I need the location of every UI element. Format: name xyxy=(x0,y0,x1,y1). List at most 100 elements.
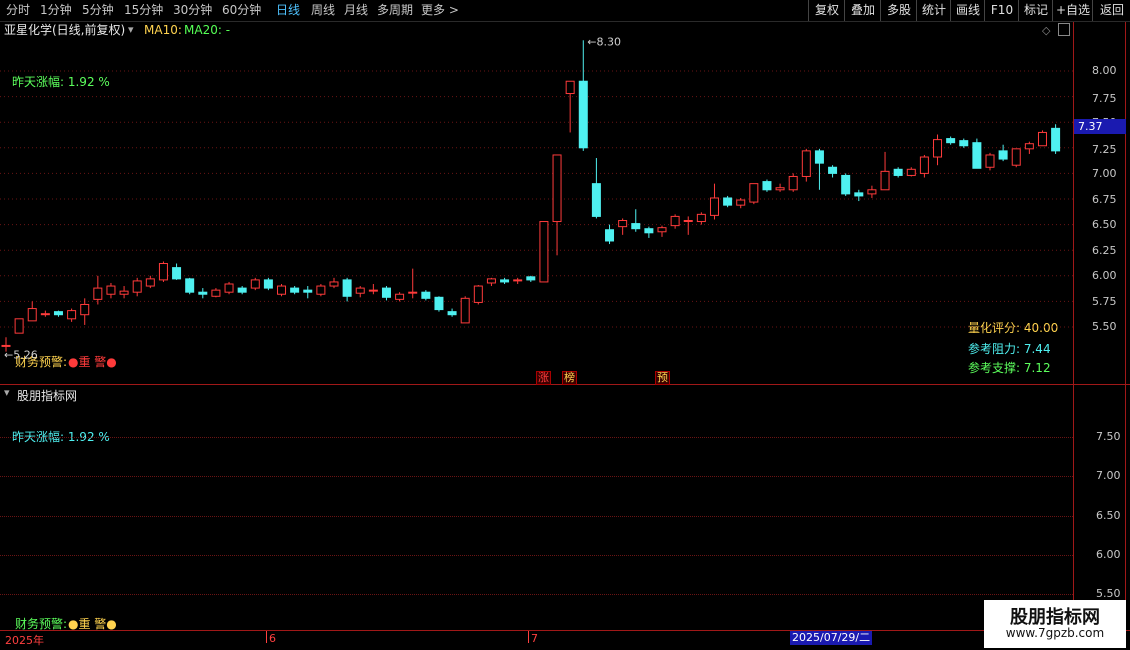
candle[interactable] xyxy=(1037,130,1047,147)
candle[interactable] xyxy=(985,152,995,171)
candle[interactable] xyxy=(696,212,706,225)
mark-button[interactable]: 标记 xyxy=(1018,0,1053,21)
candle[interactable] xyxy=(368,283,378,295)
candle[interactable] xyxy=(526,275,536,282)
candle[interactable] xyxy=(263,277,273,291)
period-1min[interactable]: 1分钟 xyxy=(40,2,72,19)
candle[interactable] xyxy=(801,148,811,182)
candle[interactable] xyxy=(473,285,483,305)
candle[interactable] xyxy=(93,275,103,305)
overlay-button[interactable]: 叠加 xyxy=(844,0,881,21)
candle[interactable] xyxy=(145,275,155,289)
stats-button[interactable]: 统计 xyxy=(916,0,951,21)
candle[interactable] xyxy=(749,183,759,205)
candle[interactable] xyxy=(591,158,601,219)
candle[interactable] xyxy=(565,80,575,133)
candle[interactable] xyxy=(709,183,719,220)
candle[interactable] xyxy=(814,148,824,190)
period-fenshi[interactable]: 分时 xyxy=(6,2,30,19)
candle[interactable] xyxy=(14,318,24,334)
candle[interactable] xyxy=(381,286,391,301)
candle[interactable] xyxy=(618,218,628,235)
candle[interactable] xyxy=(578,40,588,151)
candle[interactable] xyxy=(998,144,1008,162)
candle[interactable] xyxy=(788,173,798,192)
candle[interactable] xyxy=(158,261,168,282)
candle[interactable] xyxy=(80,298,90,325)
candle[interactable] xyxy=(670,214,680,229)
sub-pane-title[interactable]: 股朋指标网 xyxy=(17,387,77,404)
candle[interactable] xyxy=(277,283,287,297)
candle[interactable] xyxy=(237,286,247,295)
candle[interactable] xyxy=(224,281,234,295)
candle[interactable] xyxy=(316,283,326,297)
period-60min[interactable]: 60分钟 xyxy=(222,2,261,19)
candle[interactable] xyxy=(290,286,300,295)
candle[interactable] xyxy=(408,268,418,299)
candle[interactable] xyxy=(762,179,772,192)
candle[interactable] xyxy=(513,277,523,284)
candle[interactable] xyxy=(1051,124,1061,154)
period-15min[interactable]: 15分钟 xyxy=(124,2,163,19)
candle[interactable] xyxy=(447,308,457,317)
candle[interactable] xyxy=(486,277,496,287)
candle[interactable] xyxy=(106,282,116,299)
candle[interactable] xyxy=(972,138,982,169)
candle[interactable] xyxy=(683,216,693,235)
candle[interactable] xyxy=(631,209,641,232)
candle[interactable] xyxy=(250,277,260,291)
candle[interactable] xyxy=(303,286,313,299)
f10-button[interactable]: F10 xyxy=(984,0,1019,21)
candle[interactable] xyxy=(933,134,943,166)
period-5min[interactable]: 5分钟 xyxy=(82,2,114,19)
candle[interactable] xyxy=(27,301,37,322)
candle[interactable] xyxy=(198,288,208,299)
period-weekly[interactable]: 周线 xyxy=(311,2,335,19)
candlestick-chart[interactable]: ←8.30 ←5.26 xyxy=(0,22,1073,384)
draw-line-button[interactable]: 画线 xyxy=(950,0,985,21)
candle[interactable] xyxy=(644,226,654,238)
chevron-down-icon[interactable]: ▾ xyxy=(4,386,10,399)
fuquan-button[interactable]: 复权 xyxy=(808,0,845,21)
candle[interactable] xyxy=(605,224,615,245)
candle[interactable] xyxy=(185,277,195,295)
candle[interactable] xyxy=(906,167,916,177)
candle[interactable] xyxy=(919,154,929,178)
candle[interactable] xyxy=(132,277,142,297)
candle[interactable] xyxy=(1011,148,1021,168)
candle[interactable] xyxy=(723,195,733,208)
candle[interactable] xyxy=(657,225,667,237)
candle[interactable] xyxy=(342,277,352,302)
candle[interactable] xyxy=(329,277,339,289)
candle[interactable] xyxy=(211,288,221,298)
candle[interactable] xyxy=(880,151,890,191)
candle[interactable] xyxy=(893,167,903,178)
candle[interactable] xyxy=(946,136,956,145)
candle[interactable] xyxy=(40,310,50,317)
period-daily[interactable]: 日线 xyxy=(276,2,300,19)
candle[interactable] xyxy=(775,183,785,192)
candle[interactable] xyxy=(539,221,549,283)
back-button[interactable]: 返回 xyxy=(1092,0,1130,21)
multi-stock-button[interactable]: 多股 xyxy=(880,0,917,21)
candle[interactable] xyxy=(959,138,969,148)
candle[interactable] xyxy=(119,286,129,299)
candle[interactable] xyxy=(53,310,63,317)
period-more[interactable]: 更多 > xyxy=(421,2,459,19)
candle[interactable] xyxy=(395,292,405,302)
candle[interactable] xyxy=(828,165,838,178)
candle[interactable] xyxy=(500,277,510,284)
candle[interactable] xyxy=(421,290,431,301)
candle[interactable] xyxy=(460,296,470,324)
period-30min[interactable]: 30分钟 xyxy=(173,2,212,19)
candle[interactable] xyxy=(841,173,851,196)
add-watchlist-button[interactable]: +自选 xyxy=(1052,0,1093,21)
candle[interactable] xyxy=(67,308,77,322)
period-multi[interactable]: 多周期 xyxy=(377,2,413,19)
candle[interactable] xyxy=(552,154,562,256)
candle[interactable] xyxy=(355,286,365,298)
candle[interactable] xyxy=(1024,141,1034,154)
period-monthly[interactable]: 月线 xyxy=(344,2,368,19)
candle[interactable] xyxy=(867,185,877,198)
candle[interactable] xyxy=(172,263,182,280)
